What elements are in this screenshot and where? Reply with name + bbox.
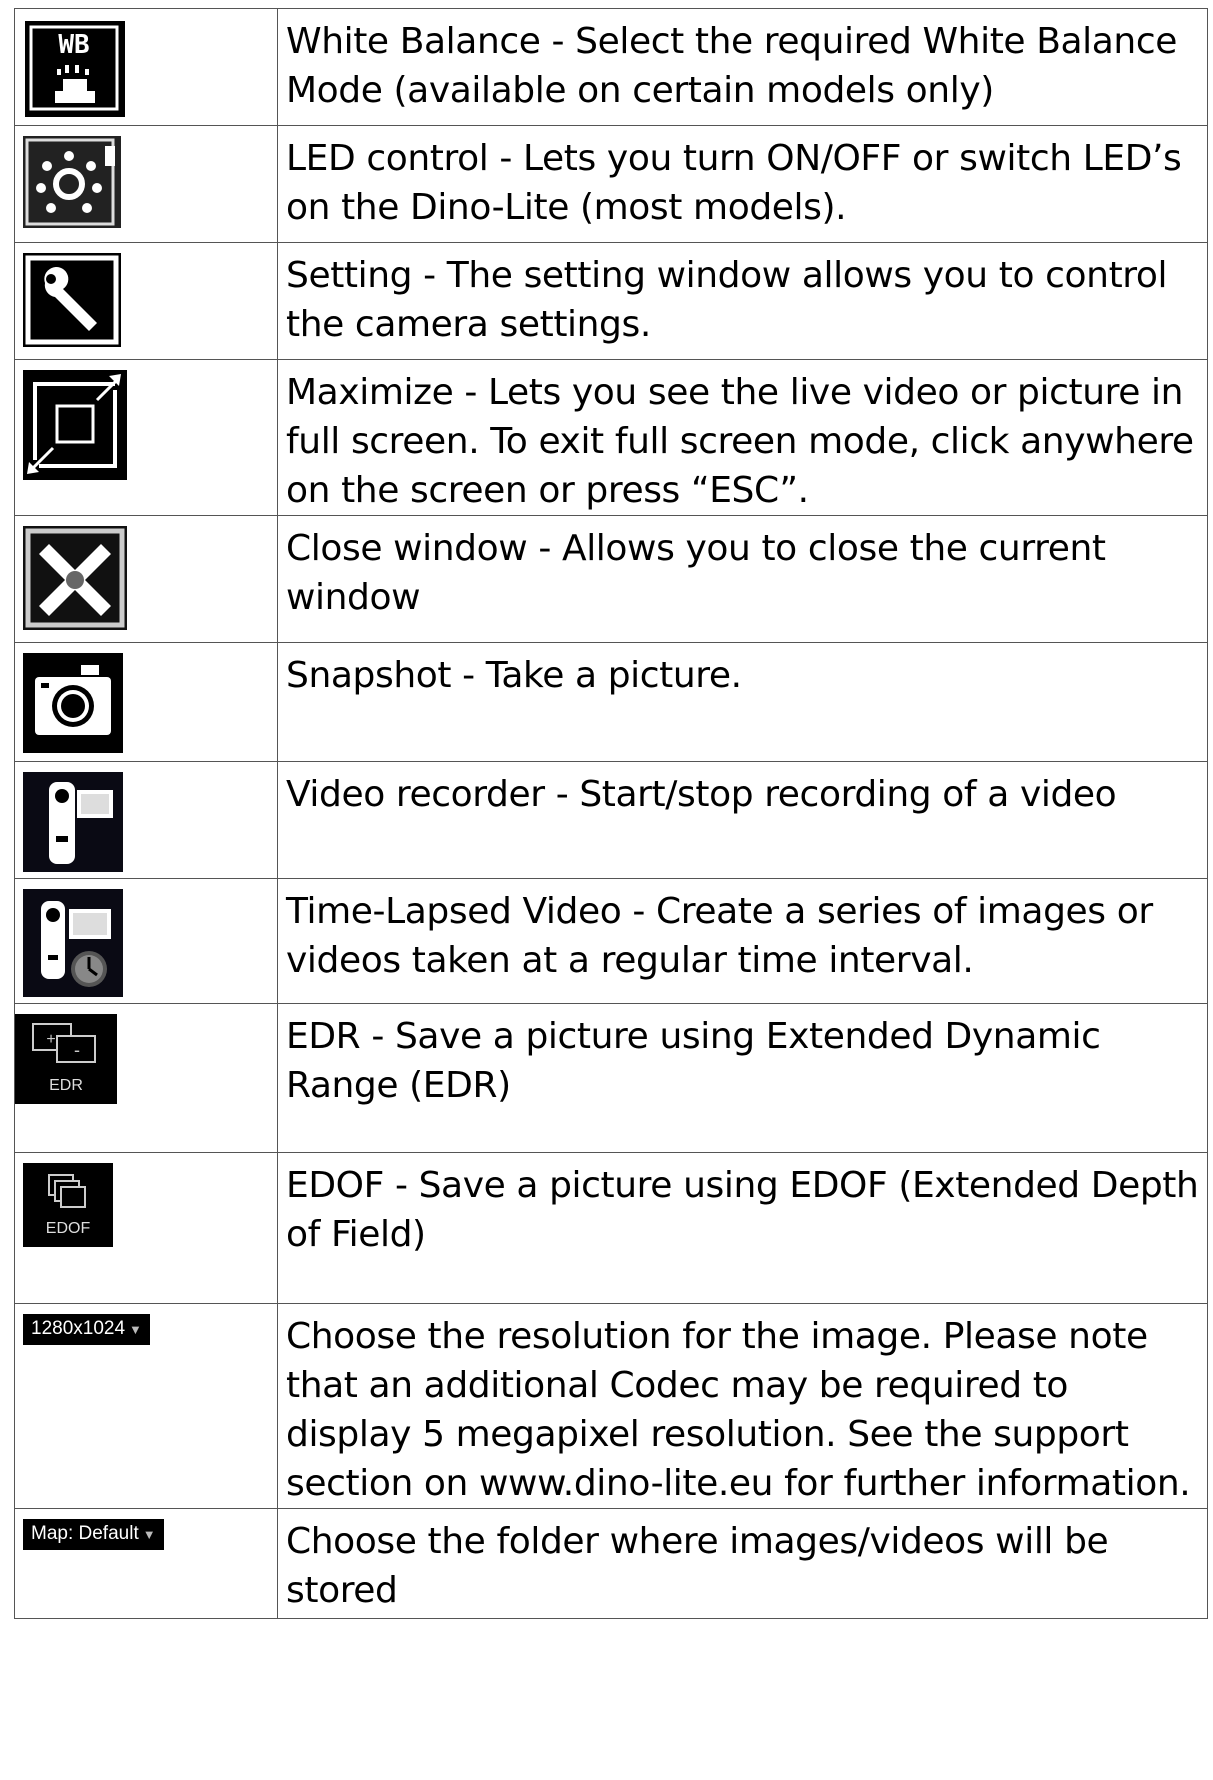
- white-balance-icon: WB: [23, 19, 127, 119]
- svg-text:WB: WB: [58, 30, 89, 60]
- icon-description-table: WB White Balance - Select the required W…: [14, 8, 1208, 1619]
- description: Snapshot - Take a picture.: [277, 642, 1208, 762]
- icon-cell: [14, 125, 278, 243]
- description: Video recorder - Start/stop recording of…: [277, 761, 1208, 879]
- resolution-dropdown[interactable]: 1280x1024 ▼: [23, 1314, 150, 1345]
- description: Maximize - Lets you see the live video o…: [277, 359, 1208, 516]
- description: Close window - Allows you to close the c…: [277, 515, 1208, 643]
- edr-icon: + - EDR: [15, 1014, 117, 1104]
- description: Time-Lapsed Video - Create a series of i…: [277, 878, 1208, 1004]
- edof-icon: EDOF: [23, 1163, 113, 1247]
- icon-cell: [14, 359, 278, 516]
- icon-cell: [14, 642, 278, 762]
- table-row: Map: Default ▼ Choose the folder where im…: [14, 1508, 1208, 1619]
- table-row: Setting - The setting window allows you …: [14, 242, 1208, 360]
- icon-cell: [14, 761, 278, 879]
- table-row: EDOF EDOF - Save a picture using EDOF (E…: [14, 1152, 1208, 1304]
- table-row: WB White Balance - Select the required W…: [14, 8, 1208, 126]
- chevron-down-icon: ▼: [142, 1527, 156, 1542]
- table-row: 1280x1024 ▼ Choose the resolution for the…: [14, 1303, 1208, 1509]
- description: LED control - Lets you turn ON/OFF or sw…: [277, 125, 1208, 243]
- resolution-value: 1280x1024: [31, 1318, 126, 1339]
- description: Choose the resolution for the image. Ple…: [277, 1303, 1208, 1509]
- icon-cell: Map: Default ▼: [14, 1508, 278, 1619]
- led-control-icon: [23, 136, 121, 228]
- chevron-down-icon: ▼: [129, 1322, 142, 1337]
- wrench-icon: [23, 253, 121, 347]
- close-window-icon: [23, 526, 127, 630]
- video-recorder-icon: [23, 772, 123, 872]
- description: Choose the folder where images/videos wi…: [277, 1508, 1208, 1619]
- icon-cell: + - EDR: [14, 1003, 278, 1153]
- icon-cell: [14, 515, 278, 643]
- icon-cell: WB: [14, 8, 278, 126]
- folder-map-value: Map: Default: [31, 1523, 139, 1544]
- table-row: Maximize - Lets you see the live video o…: [14, 359, 1208, 516]
- description: Setting - The setting window allows you …: [277, 242, 1208, 360]
- svg-text:EDR: EDR: [49, 1077, 83, 1094]
- description: EDR - Save a picture using Extended Dyna…: [277, 1003, 1208, 1153]
- table-row: Time-Lapsed Video - Create a series of i…: [14, 878, 1208, 1004]
- svg-text:-: -: [74, 1040, 80, 1060]
- table-row: Video recorder - Start/stop recording of…: [14, 761, 1208, 879]
- description: White Balance - Select the required Whit…: [277, 8, 1208, 126]
- svg-text:+: +: [46, 1031, 55, 1048]
- folder-map-dropdown[interactable]: Map: Default ▼: [23, 1519, 164, 1550]
- table-row: Close window - Allows you to close the c…: [14, 515, 1208, 643]
- time-lapse-icon: [23, 889, 123, 997]
- maximize-icon: [23, 370, 127, 480]
- table-row: LED control - Lets you turn ON/OFF or sw…: [14, 125, 1208, 243]
- camera-icon: [23, 653, 123, 753]
- table-row: + - EDR EDR - Save a picture using Exten…: [14, 1003, 1208, 1153]
- icon-cell: EDOF: [14, 1152, 278, 1304]
- icon-cell: 1280x1024 ▼: [14, 1303, 278, 1509]
- svg-text:EDOF: EDOF: [46, 1220, 91, 1237]
- table-row: Snapshot - Take a picture.: [14, 642, 1208, 762]
- description: EDOF - Save a picture using EDOF (Extend…: [277, 1152, 1208, 1304]
- icon-cell: [14, 242, 278, 360]
- icon-cell: [14, 878, 278, 1004]
